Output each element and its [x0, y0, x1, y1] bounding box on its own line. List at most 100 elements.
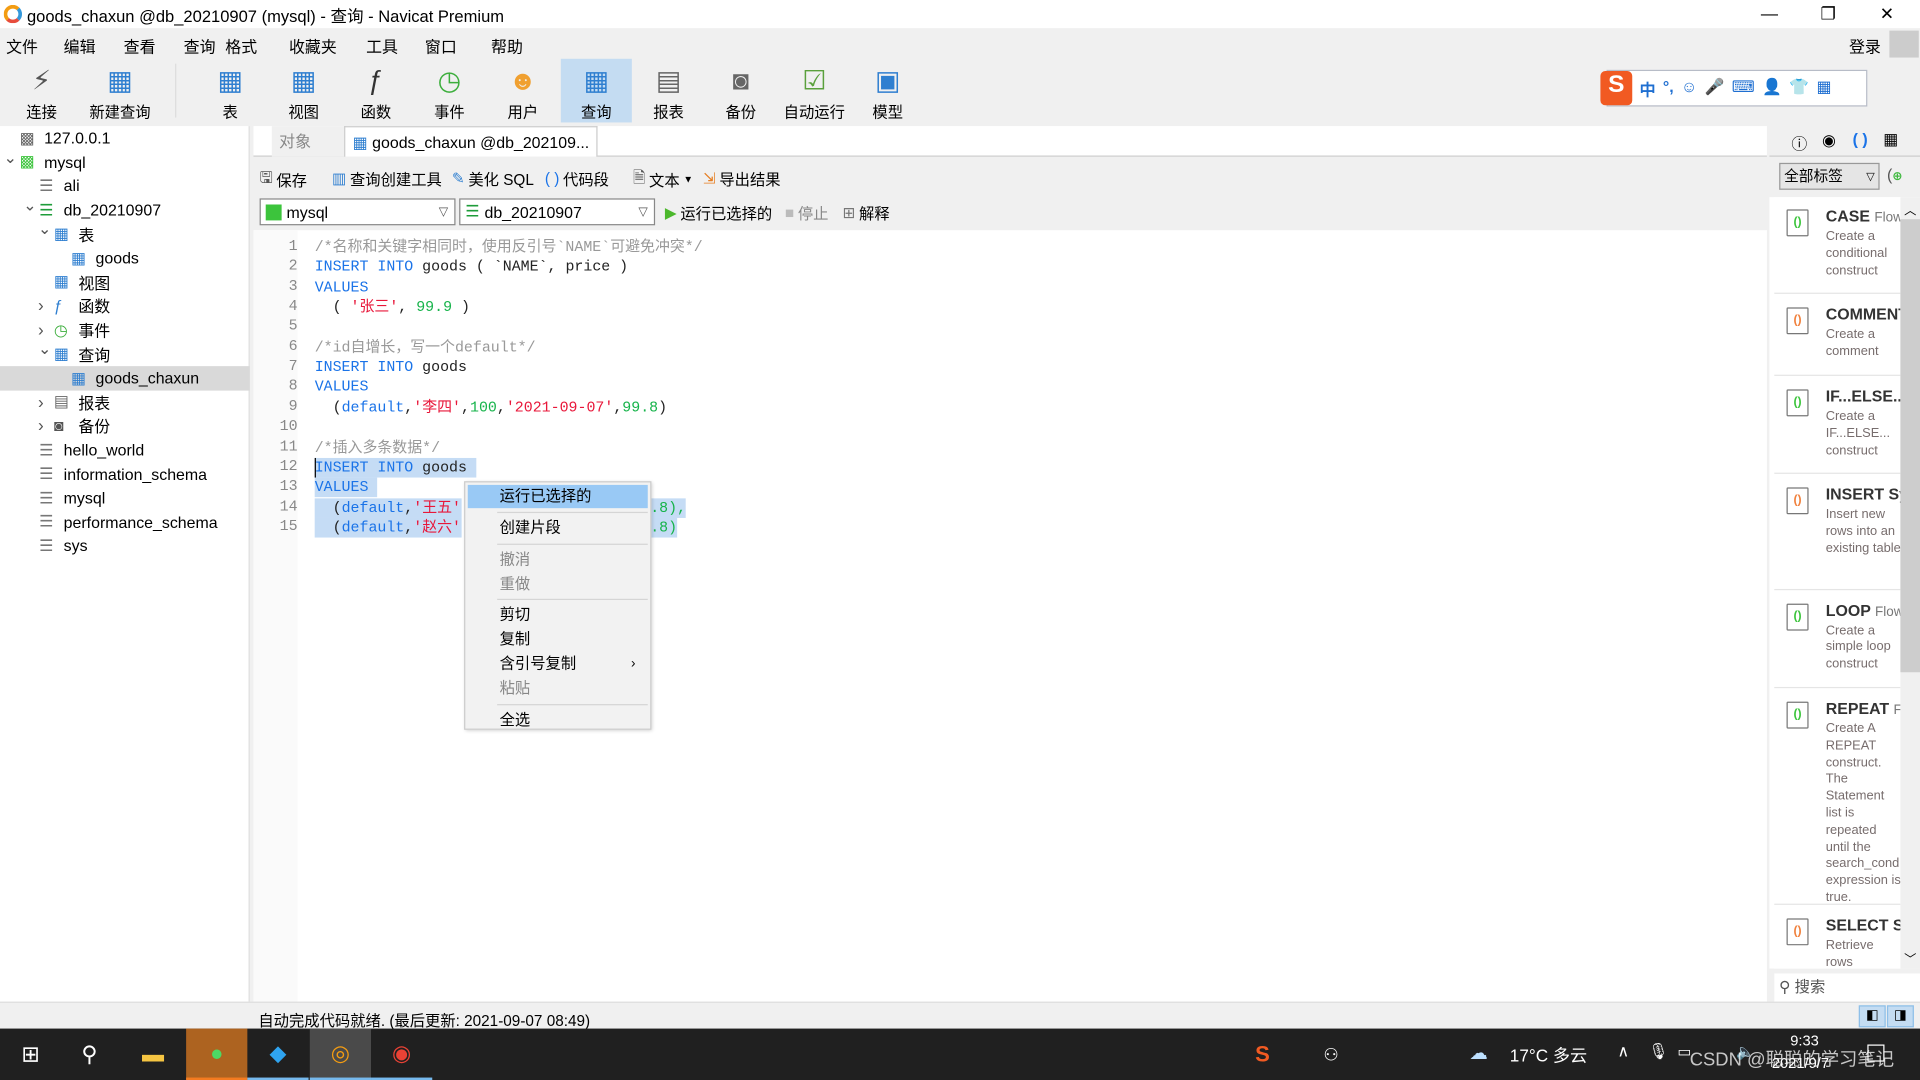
search-icon[interactable]: ⚲ — [59, 1029, 120, 1080]
wechat-icon[interactable]: ● — [186, 1028, 248, 1080]
windows-start-icon[interactable]: ⊞ — [0, 1029, 61, 1080]
snippet-item[interactable]: () COMMENT Create a comment — [1774, 295, 1901, 376]
export-results-button[interactable]: ⇲ 导出结果 — [703, 167, 781, 190]
snippet-item[interactable]: () SELECT Sy Retrieve rows selected — [1774, 906, 1901, 969]
tray-chevron-up-icon[interactable]: ∧ — [1618, 1042, 1630, 1062]
ime-item[interactable]: 中 — [1640, 77, 1656, 100]
file-explorer-icon[interactable]: ▬ — [122, 1029, 183, 1080]
menu-view[interactable]: 查看 — [124, 34, 156, 57]
menu-query[interactable]: 查询 — [184, 34, 216, 57]
menu-help[interactable]: 帮助 — [491, 34, 523, 57]
explain-button[interactable]: ⊞ 解释 — [842, 201, 889, 224]
text-button[interactable]: 🗎 文本 ▼ — [633, 167, 697, 193]
chevron-right-icon[interactable]: › — [38, 319, 44, 339]
query-builder-button[interactable]: ▥ 查询创建工具 — [332, 167, 442, 190]
restore-button[interactable]: ❐ — [1800, 0, 1856, 28]
beautify-sql-button[interactable]: ✎ 美化 SQL — [452, 167, 534, 190]
tree-item[interactable]: ⌄ ▩ mysql — [0, 148, 250, 174]
tree-item[interactable]: › ƒ 函数 — [0, 294, 250, 318]
context-menu-item[interactable]: 撤消 — [468, 548, 648, 571]
toolbar-table-button[interactable]: ▦ 表 — [195, 59, 266, 123]
minimize-button[interactable]: — — [1741, 0, 1797, 28]
tree-item[interactable]: ▩ 127.0.0.1 — [0, 126, 250, 150]
scroll-up-icon[interactable]: ︿ — [1904, 200, 1916, 217]
chevron-right-icon[interactable]: › — [38, 391, 44, 411]
tree-item[interactable]: ☰ sys — [0, 534, 250, 558]
connection-select[interactable]: mysql ▽ — [259, 198, 456, 226]
snippet-tab-icon[interactable]: ( ) — [1853, 130, 1868, 148]
toolbar-connect-button[interactable]: ⚡ 连接 — [6, 59, 77, 123]
database-select[interactable]: ☰ db_20210907 ▽ — [459, 198, 656, 226]
login-link[interactable]: 登录 — [1849, 34, 1881, 57]
context-menu-item[interactable]: 创建片段 — [468, 517, 648, 540]
tab-query[interactable]: ▦ goods_chaxun @db_202109... — [344, 126, 598, 157]
context-menu-item[interactable]: 剪切 — [468, 604, 648, 627]
add-snippet-icon[interactable]: (⊕ — [1887, 165, 1903, 183]
toolbar-new-query-button[interactable]: ▦ 新建查询 — [84, 59, 155, 123]
scroll-down-icon[interactable]: ﹀ — [1904, 949, 1916, 967]
tree-item[interactable]: ☰ mysql — [0, 486, 250, 510]
tree-item[interactable]: › ◙ 备份 — [0, 414, 250, 438]
context-menu-item[interactable]: 运行已选择的 — [467, 484, 648, 509]
close-button[interactable]: ✕ — [1859, 0, 1915, 28]
menu-format[interactable]: 格式 — [225, 34, 257, 57]
toolbar-automation-button[interactable]: ☑ 自动运行 — [779, 59, 850, 123]
menu-tools[interactable]: 工具 — [366, 34, 398, 57]
snippet-item[interactable]: () CASE Flow Create a conditional construc… — [1774, 197, 1901, 295]
avatar[interactable] — [1889, 30, 1919, 58]
tree-item[interactable]: ☰ hello_world — [0, 438, 250, 462]
toolbar-view-button[interactable]: ▦ 视图 — [268, 59, 339, 123]
chevron-down-icon[interactable]: ⌄ — [38, 340, 51, 360]
ime-item[interactable]: ☺ — [1681, 77, 1697, 100]
ime-item[interactable]: ▦ — [1816, 77, 1831, 100]
chevron-down-icon[interactable]: ⌄ — [23, 196, 36, 216]
ime-item[interactable]: 👤 — [1762, 77, 1782, 100]
stop-button[interactable]: ■ 停止 — [785, 201, 829, 224]
menu-favorites[interactable]: 收藏夹 — [289, 34, 337, 57]
ime-item[interactable]: 🎤 — [1705, 77, 1725, 100]
toolbar-model-button[interactable]: ▣ 模型 — [852, 59, 923, 123]
tree-item[interactable]: ⌄ ▦ 查询 — [0, 340, 250, 366]
tree-item[interactable]: ☰ ali — [0, 174, 250, 198]
toolbar-report-button[interactable]: ▤ 报表 — [633, 59, 704, 123]
tree-item[interactable]: › ◷ 事件 — [0, 318, 250, 342]
menu-file[interactable]: 文件 — [6, 34, 38, 57]
snippet-button[interactable]: ( ) 代码段 — [545, 167, 609, 190]
tree-item[interactable]: ☰ information_schema — [0, 462, 250, 486]
toolbar-function-button[interactable]: ƒ 函数 — [340, 59, 411, 123]
ime-item[interactable]: 👕 — [1789, 77, 1809, 100]
snippet-item[interactable]: () IF...ELSE... Create a IF...ELSE... cons… — [1774, 377, 1901, 475]
tag-filter-select[interactable]: 全部标签 ▽ — [1779, 162, 1880, 190]
run-selected-button[interactable]: ▶ 运行已选择的 — [665, 201, 772, 224]
chevron-right-icon[interactable]: › — [38, 295, 44, 315]
context-menu-item[interactable]: 含引号复制 › — [468, 653, 648, 676]
microphone-icon[interactable]: 🎙 — [1648, 1042, 1668, 1062]
menu-window[interactable]: 窗口 — [425, 34, 457, 57]
tree-item[interactable]: ▦ goods — [0, 246, 250, 270]
tree-item[interactable]: ▦ goods_chaxun — [0, 366, 250, 391]
video-app-icon[interactable]: ◆ — [247, 1029, 309, 1080]
context-menu-item[interactable]: 粘贴 — [468, 677, 648, 700]
weather-text[interactable]: 17°C 多云 — [1510, 1043, 1587, 1067]
layout-grid-icon[interactable]: ▦ — [1883, 130, 1898, 150]
info-icon[interactable]: ⓘ — [1791, 131, 1807, 154]
snippet-scrollbar[interactable]: ︿ ﹀ — [1900, 197, 1920, 969]
save-button[interactable]: 🖫 保存 — [260, 167, 307, 193]
left-panel-toggle-icon[interactable]: ◧ — [1858, 1005, 1886, 1028]
snippet-item[interactable]: () INSERT Sy Insert new rows into an exist… — [1774, 475, 1901, 590]
toolbar-query-button[interactable]: ▦ 查询 — [560, 58, 632, 123]
scrollbar-thumb[interactable] — [1900, 219, 1920, 673]
context-menu-item[interactable]: 复制 — [468, 628, 648, 651]
tree-item[interactable]: ⌄ ☰ db_20210907 — [0, 196, 250, 222]
snippet-item[interactable]: () REPEAT Fl Create A REPEAT construct. Th… — [1774, 689, 1901, 905]
tree-item[interactable]: › ▤ 报表 — [0, 390, 250, 414]
people-icon[interactable]: ⚇ — [1300, 1029, 1361, 1080]
tree-item[interactable]: ☰ performance_schema — [0, 510, 250, 534]
menu-edit[interactable]: 编辑 — [64, 34, 96, 57]
ime-item[interactable]: ⌨ — [1732, 77, 1755, 100]
toolbar-backup-button[interactable]: ◙ 备份 — [705, 59, 776, 123]
navicat-taskbar-icon[interactable]: ◎ — [309, 1028, 372, 1080]
toolbar-event-clock-button[interactable]: ◷ 事件 — [414, 59, 485, 123]
context-menu-item[interactable]: 全选 — [468, 708, 648, 731]
chrome-icon[interactable]: ◉ — [371, 1029, 433, 1080]
